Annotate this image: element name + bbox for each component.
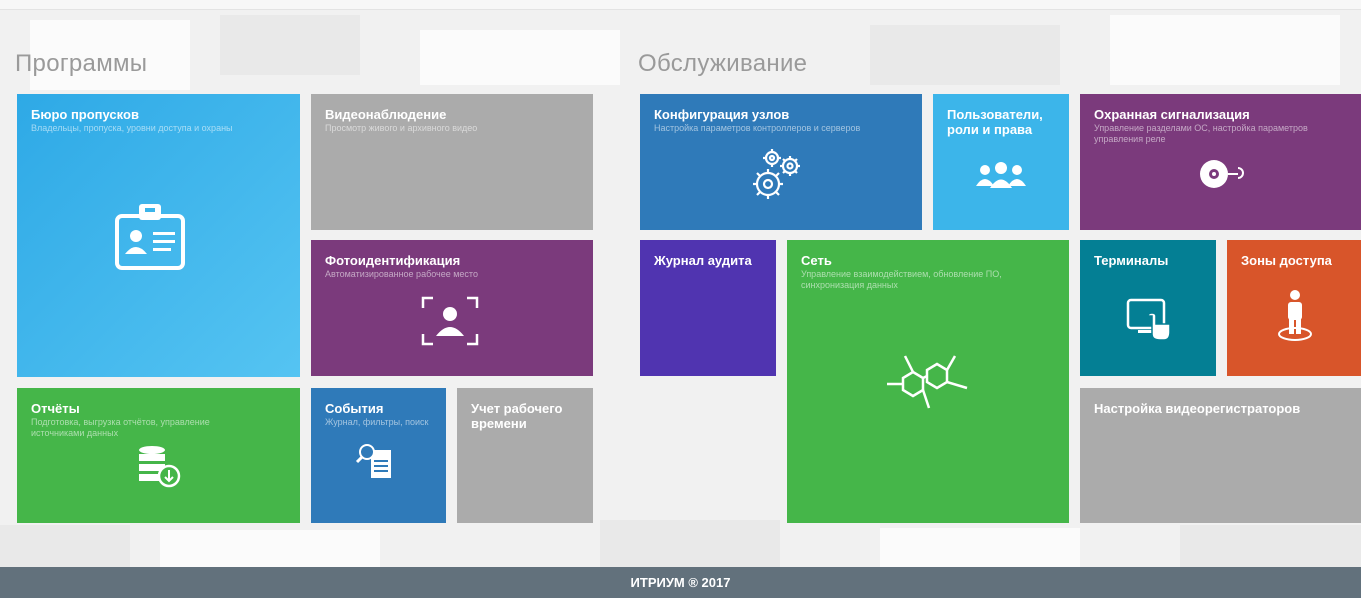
tile-terminals[interactable]: Терминалы [1080,240,1216,376]
tile-events-title: События [325,401,384,416]
tile-reports-subtitle: Подготовка, выгрузка отчётов, управление… [31,417,210,438]
molecule-icon [887,355,968,409]
tile-reports[interactable]: Отчёты Подготовка, выгрузка отчётов, упр… [17,388,300,523]
database-export-icon [139,446,181,488]
tile-dvr[interactable]: Настройка видеорегистраторов [1080,388,1361,523]
footer: ИТРИУМ ® 2017 [0,567,1361,598]
tile-config-title: Конфигурация узлов [654,107,790,122]
siren-icon [1200,160,1244,188]
tile-video[interactable]: Видеонаблюдение Просмотр живого и архивн… [311,94,593,230]
tile-terminals-title: Терминалы [1094,253,1169,268]
tile-events[interactable]: События Журнал, фильтры, поиск [311,388,446,523]
tile-network-subtitle: Управление взаимодействием, обновление П… [801,269,1002,290]
id-card-icon [115,204,185,270]
person-zone-icon [1278,290,1312,341]
face-scan-icon [421,296,479,346]
tile-config[interactable]: Конфигурация узлов Настройка параметров … [640,94,922,230]
tile-audit[interactable]: Журнал аудита [640,240,776,376]
tile-dvr-title: Настройка видеорегистраторов [1094,401,1301,416]
tile-photo-title: Фотоидентификация [325,253,461,268]
tile-config-subtitle: Настройка параметров контроллеров и серв… [654,123,861,133]
tile-bureau-subtitle: Владельцы, пропуска, уровни доступа и ох… [31,123,233,133]
touch-terminal-icon [1126,298,1171,341]
tile-bureau[interactable]: Бюро пропусков Владельцы, пропуска, уров… [17,94,300,377]
top-bar [0,0,1361,10]
gears-icon [753,149,800,199]
tile-zones[interactable]: Зоны доступа [1227,240,1361,376]
tile-worktime-title: Учет рабочего времени [471,401,563,431]
magnifier-document-icon [355,444,391,478]
tile-zones-title: Зоны доступа [1241,253,1332,268]
tile-alarm-subtitle: Управление разделами ОС, настройка парам… [1094,123,1308,144]
tile-users[interactable]: Пользователи, роли и права [933,94,1069,230]
tile-video-subtitle: Просмотр живого и архивного видео [325,123,478,133]
tile-alarm-title: Охранная сигнализация [1094,107,1250,122]
tile-network-title: Сеть [801,253,832,268]
tile-worktime[interactable]: Учет рабочего времени [457,388,593,523]
tile-bureau-title: Бюро пропусков [31,107,139,122]
tile-users-title: Пользователи, роли и права [947,107,1043,137]
tile-network[interactable]: Сеть Управление взаимодействием, обновле… [787,240,1069,523]
tile-alarm[interactable]: Охранная сигнализация Управление раздела… [1080,94,1361,230]
tile-photo[interactable]: Фотоидентификация Автоматизированное раб… [311,240,593,376]
footer-copyright: ИТРИУМ ® 2017 [630,575,731,590]
users-group-icon [976,162,1026,188]
tile-events-subtitle: Журнал, фильтры, поиск [325,417,429,427]
section-title-programs: Программы [15,50,148,77]
section-title-service: Обслуживание [638,50,808,77]
tile-photo-subtitle: Автоматизированное рабочее место [325,269,478,279]
tile-reports-title: Отчёты [31,401,80,416]
tile-audit-title: Журнал аудита [654,253,752,268]
tile-video-title: Видеонаблюдение [325,107,447,122]
